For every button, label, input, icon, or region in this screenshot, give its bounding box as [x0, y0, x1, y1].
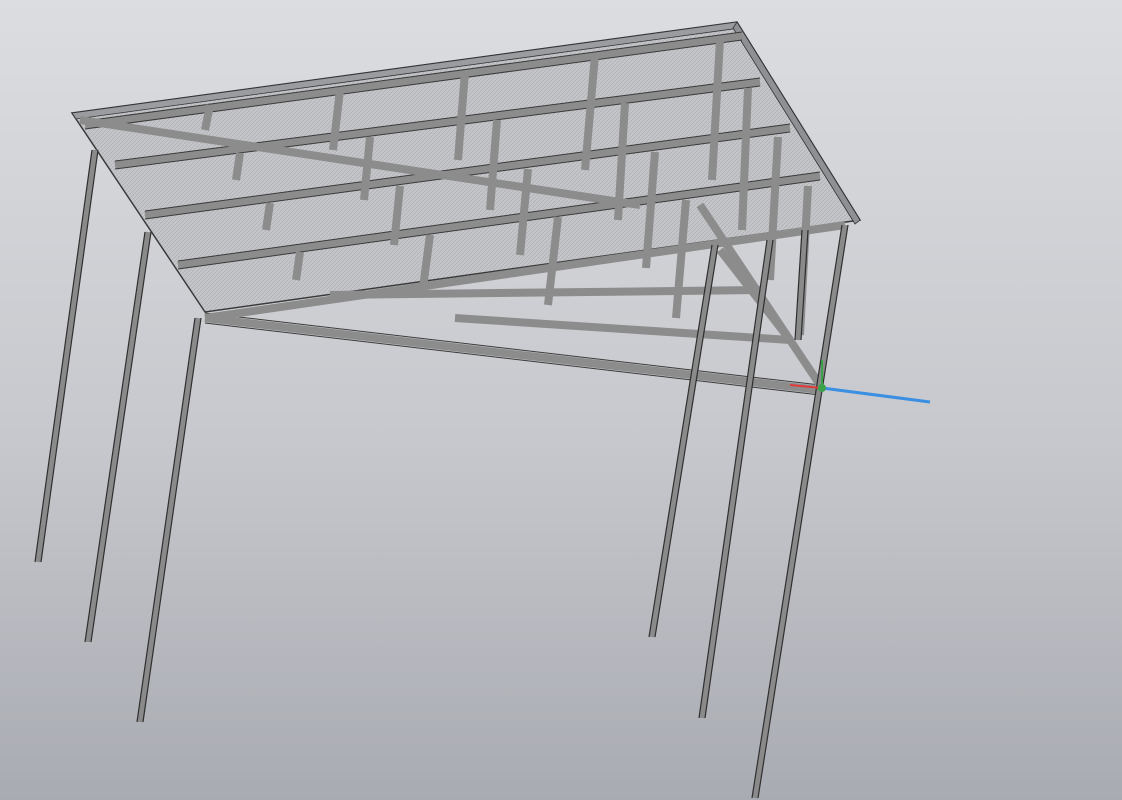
z-axis-line: [821, 386, 931, 404]
canopy-frame-model[interactable]: [0, 0, 1122, 800]
3d-model-viewport[interactable]: [0, 0, 1122, 800]
